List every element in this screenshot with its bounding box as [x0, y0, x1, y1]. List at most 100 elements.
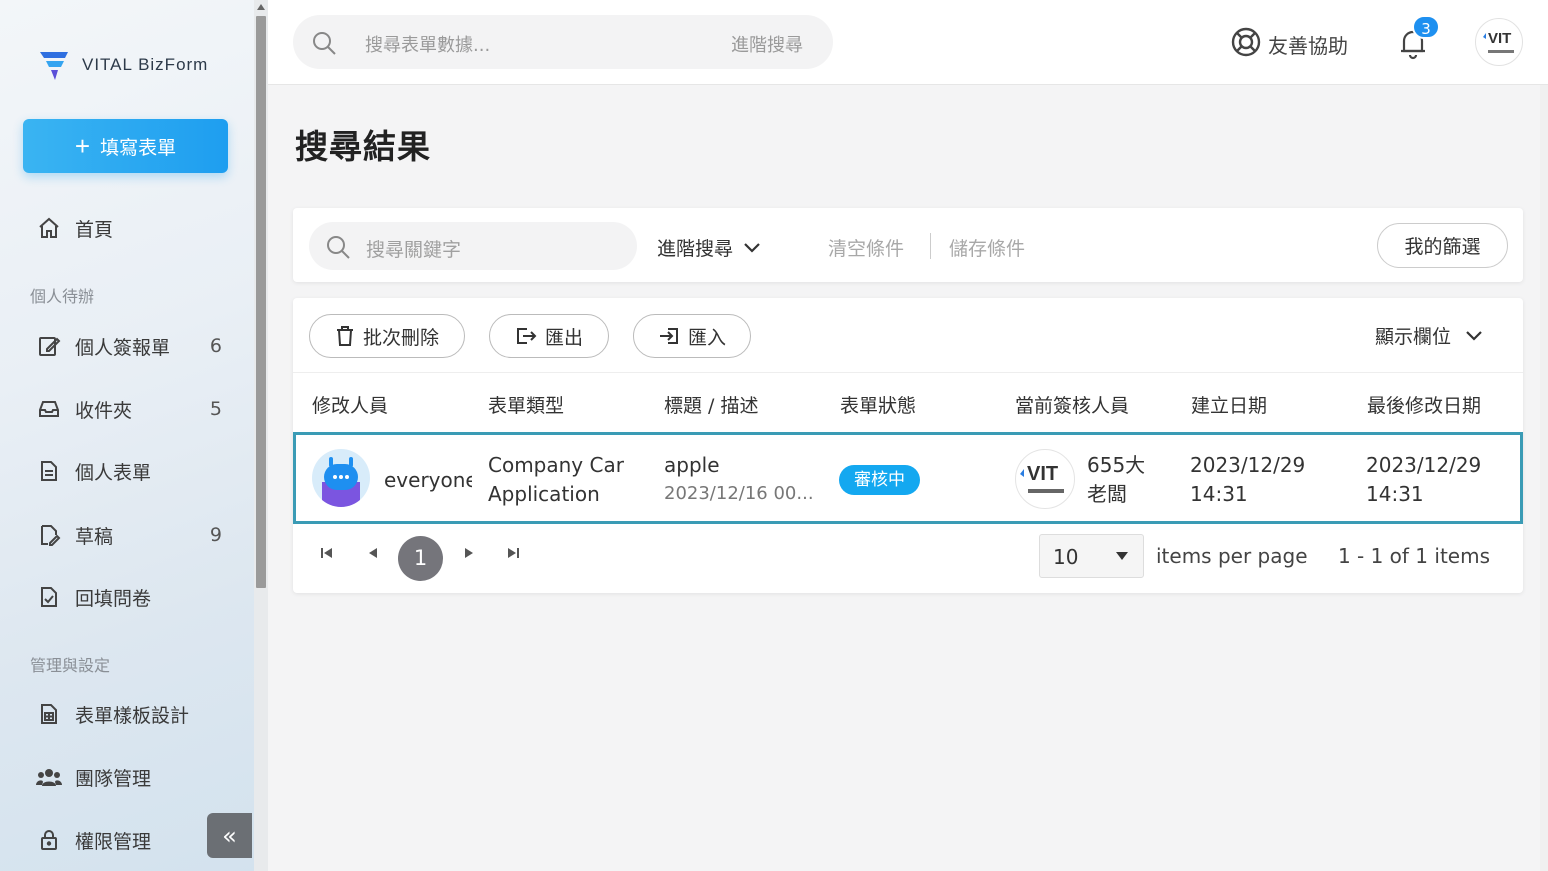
table-header: 修改人員 表單類型 標題 / 描述 表單狀態 當前簽核人員 建立日期 最後修改日…	[293, 372, 1523, 432]
collapse-sidebar-button[interactable]: «	[207, 813, 252, 858]
scroll-up-icon[interactable]	[257, 4, 265, 10]
sidebar-item-count: 6	[209, 335, 222, 357]
previous-page-icon[interactable]	[367, 546, 379, 564]
home-icon	[36, 215, 62, 241]
svg-text:VIT: VIT	[1027, 463, 1058, 485]
search-icon	[311, 30, 337, 60]
sidebar-item-permissions[interactable]: 權限管理	[36, 820, 236, 860]
sidebar-item-count: 9	[209, 524, 222, 546]
import-icon	[659, 328, 678, 344]
lifebuoy-icon	[1230, 26, 1262, 63]
column-header[interactable]: 當前簽核人員	[1015, 391, 1129, 418]
export-label: 匯出	[544, 327, 583, 349]
sidebar-item-drafts[interactable]: 草稿 9	[36, 515, 236, 555]
sidebar-item-label: 團隊管理	[75, 767, 152, 790]
created-time: 14:31	[1190, 482, 1248, 506]
chevron-down-icon	[744, 242, 760, 253]
modifier-name: everyone	[384, 468, 472, 492]
sidebar-item-personal-reports[interactable]: 個人簽報單 6	[36, 326, 236, 366]
batch-delete-label: 批次刪除	[362, 327, 439, 349]
sidebar-item-inbox[interactable]: 收件夾 5	[36, 389, 236, 429]
show-columns-dropdown[interactable]: 顯示欄位	[1375, 322, 1483, 349]
first-page-icon[interactable]	[320, 546, 334, 564]
column-header[interactable]: 建立日期	[1191, 391, 1267, 418]
edit-document-icon	[36, 333, 62, 359]
sidebar-item-template-design[interactable]: 表單樣板設計	[36, 694, 236, 734]
section-admin-label: 管理與設定	[30, 656, 111, 675]
last-page-icon[interactable]	[506, 546, 520, 564]
sidebar-item-team-management[interactable]: 團隊管理	[36, 757, 236, 797]
scrollbar-thumb[interactable]	[256, 16, 266, 588]
filter-bar: 搜尋關鍵字 進階搜尋 清空條件 儲存條件 我的篩選	[293, 208, 1523, 282]
document-icon	[36, 458, 62, 484]
sidebar-item-label: 首頁	[75, 218, 114, 241]
lock-icon	[36, 827, 62, 853]
sidebar-item-label: 個人簽報單	[75, 336, 171, 359]
sidebar-item-label: 收件夾	[75, 399, 133, 422]
sidebar-item-label: 回填問卷	[75, 587, 152, 610]
show-columns-label: 顯示欄位	[1375, 326, 1452, 348]
page-scrollbar[interactable]	[1540, 85, 1548, 871]
brand-logo[interactable]: VITAL BizForm	[38, 48, 208, 82]
team-icon	[36, 764, 62, 790]
inbox-icon	[36, 396, 62, 422]
row-title: apple	[664, 453, 720, 477]
brand-logo-icon	[38, 48, 74, 82]
sidebar-item-personal-forms[interactable]: 個人表單	[36, 451, 236, 491]
clear-conditions-button[interactable]: 清空條件	[828, 234, 904, 261]
next-page-icon[interactable]	[463, 546, 475, 564]
export-button[interactable]: 匯出	[489, 314, 609, 358]
advanced-search-label: 進階搜尋	[657, 238, 734, 260]
sidebar-item-home[interactable]: 首頁	[36, 208, 236, 248]
keyword-search-input[interactable]: 搜尋關鍵字	[309, 222, 637, 270]
trash-icon	[336, 326, 353, 346]
divider	[930, 233, 931, 259]
batch-delete-button[interactable]: 批次刪除	[309, 314, 465, 358]
sidebar: VITAL BizForm + 填寫表單 首頁 個人待辦 個人簽報單 6 收件夾…	[0, 0, 268, 871]
keyword-search-placeholder: 搜尋關鍵字	[366, 239, 462, 261]
page-title: 搜尋結果	[295, 127, 431, 166]
sidebar-item-label: 個人表單	[75, 461, 152, 484]
table-row[interactable]: everyone Company Car Application apple 2…	[293, 432, 1523, 524]
current-page-button[interactable]: 1	[398, 536, 443, 581]
pagination: 1 10 items per page 1 - 1 of 1 items	[293, 524, 1523, 593]
items-range-label: 1 - 1 of 1 items	[1337, 544, 1490, 568]
global-advanced-search-link[interactable]: 進階搜尋	[731, 31, 803, 57]
column-header[interactable]: 表單類型	[488, 391, 564, 418]
my-filter-button[interactable]: 我的篩選	[1377, 223, 1508, 268]
page-size-select[interactable]: 10	[1039, 534, 1144, 578]
global-search-input[interactable]: 搜尋表單數據... 進階搜尋	[293, 15, 833, 69]
approver-avatar: VIT	[1015, 449, 1075, 509]
export-icon	[516, 328, 537, 344]
user-avatar[interactable]: VIT	[1475, 18, 1523, 66]
approver-name-line1: 655大	[1087, 453, 1146, 477]
help-button[interactable]: 友善協助	[1230, 26, 1348, 63]
sidebar-item-label: 草稿	[75, 525, 114, 548]
sidebar-item-count: 5	[209, 398, 222, 420]
draft-icon	[36, 522, 62, 548]
sidebar-scrollbar[interactable]	[254, 0, 268, 871]
sidebar-item-surveys[interactable]: 回填問卷	[36, 577, 236, 617]
help-label: 友善協助	[1268, 34, 1348, 58]
search-icon	[325, 234, 351, 264]
form-type-line2: Application	[488, 482, 600, 506]
row-description: 2023/12/16 00...	[664, 483, 814, 504]
global-search-placeholder: 搜尋表單數據...	[365, 35, 491, 56]
created-date: 2023/12/29	[1190, 453, 1306, 477]
svg-text:VIT: VIT	[1488, 30, 1511, 47]
fill-form-label: 填寫表單	[100, 137, 177, 159]
column-header[interactable]: 最後修改日期	[1367, 391, 1481, 418]
column-header[interactable]: 表單狀態	[840, 391, 916, 418]
double-chevron-left-icon: «	[222, 821, 237, 850]
save-conditions-button[interactable]: 儲存條件	[949, 234, 1025, 261]
advanced-search-toggle[interactable]: 進階搜尋	[657, 234, 761, 261]
items-per-page-label: items per page	[1156, 544, 1308, 568]
form-type-line1: Company Car	[488, 453, 624, 477]
import-button[interactable]: 匯入	[633, 314, 751, 358]
modified-time: 14:31	[1366, 482, 1424, 506]
fill-form-button[interactable]: + 填寫表單	[23, 119, 228, 173]
column-header[interactable]: 標題 / 描述	[664, 391, 758, 418]
results-table: 批次刪除 匯出 匯入 顯示欄位 修改人員 表單類型 標題 / 描述 表單狀態 當…	[293, 298, 1523, 593]
notification-count-badge: 3	[1412, 15, 1440, 39]
column-header[interactable]: 修改人員	[312, 391, 388, 418]
